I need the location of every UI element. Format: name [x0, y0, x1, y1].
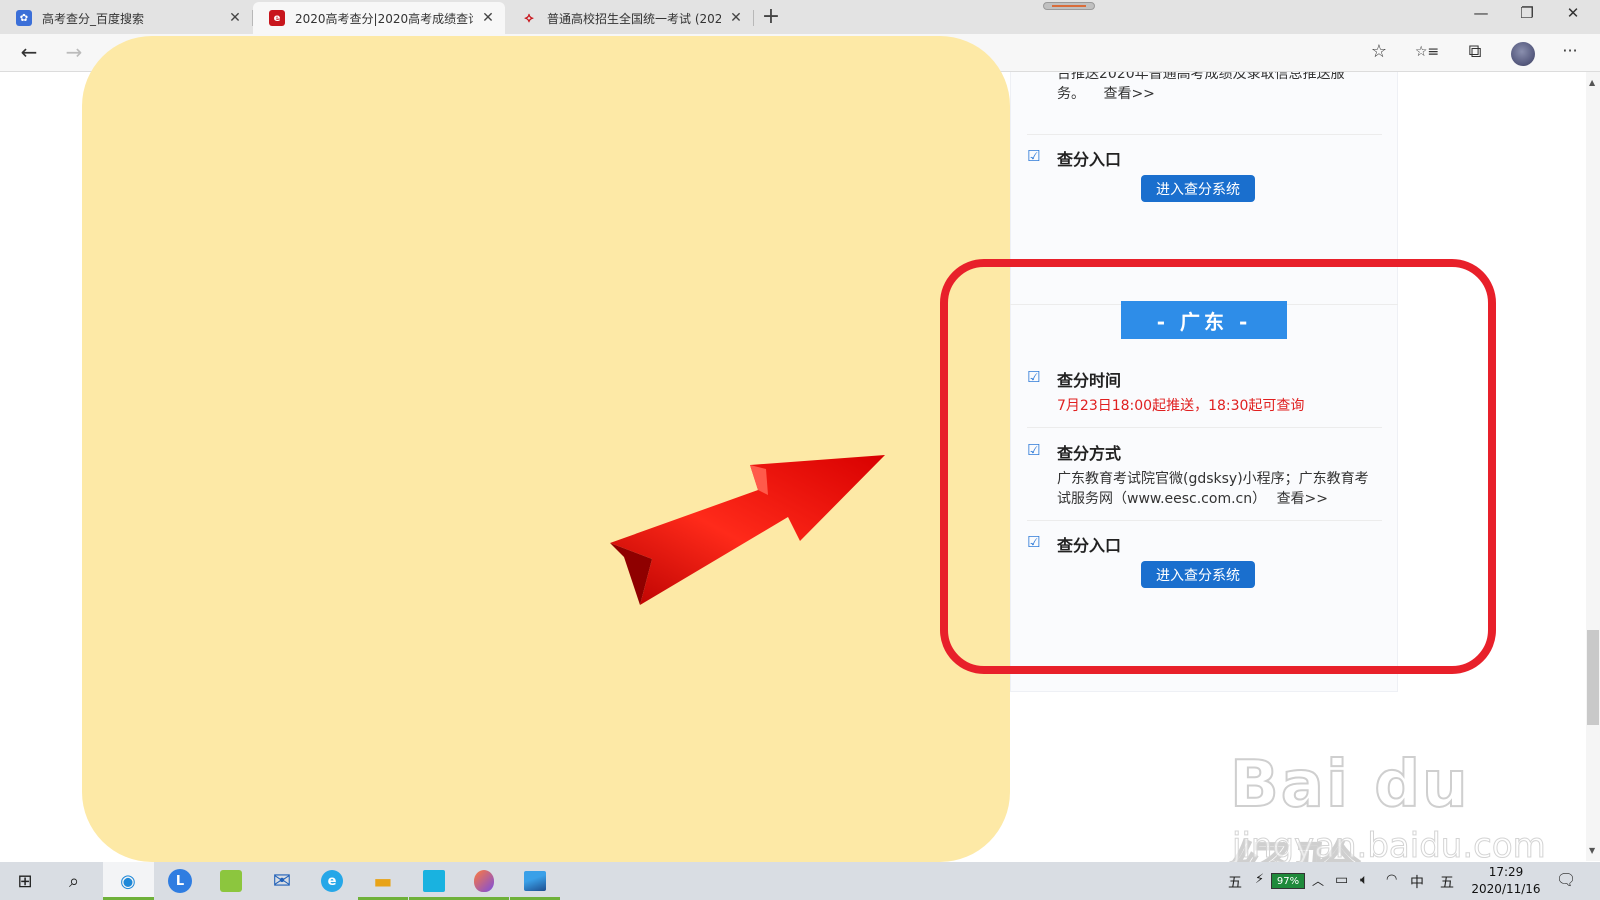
chevron-up-icon[interactable]: ︿: [1312, 872, 1324, 889]
mail-icon[interactable]: ✉: [268, 867, 296, 895]
photos-app-icon[interactable]: [521, 867, 549, 895]
scroll-up-arrow-icon[interactable]: ▲: [1589, 78, 1595, 87]
minimize-button[interactable]: —: [1458, 4, 1504, 22]
windows-taskbar: ⊞ ⌕ ◉ L ✉ e ▬ 五 ⚡ 97% ︿ ▭ 🔈︎ ◠ 中 五 17:29…: [0, 862, 1600, 900]
enter-score-system-button[interactable]: 进入查分系统: [1141, 175, 1255, 202]
battery-level[interactable]: 97%: [1271, 873, 1305, 889]
description-text: 务。: [1057, 86, 1085, 102]
site-logo-icon: ⟡: [524, 10, 534, 26]
tab-title: 2020高考查分|2020高考成绩查询: [295, 11, 473, 26]
site-logo-icon: e: [269, 10, 285, 26]
page-scrollbar[interactable]: ▲ ▼: [1586, 72, 1600, 861]
ime-mode-indicator[interactable]: 五: [1228, 872, 1242, 892]
tab-title: 普通高校招生全国统一考试 (202: [547, 11, 721, 26]
close-window-button[interactable]: ✕: [1550, 4, 1596, 22]
forward-button[interactable]: →: [60, 40, 88, 64]
more-menu-icon[interactable]: ···: [1557, 41, 1583, 60]
favorite-star-icon[interactable]: ☆: [1366, 41, 1392, 62]
partial-description-line: 务。 查看>>: [1057, 84, 1155, 104]
notification-center-icon[interactable]: 🗨︎: [1556, 870, 1576, 889]
checkbox-checked-icon: ☑: [1027, 147, 1041, 165]
restore-button[interactable]: ❐: [1504, 4, 1550, 22]
clock-time: 17:29: [1488, 865, 1524, 879]
search-icon[interactable]: ⌕: [60, 867, 88, 895]
browser-tab-bar: ✿ 高考查分_百度搜索 ✕ e 2020高考查分|2020高考成绩查询 ✕ ⟡ …: [0, 0, 1600, 34]
tab-scroll-indicator: [1043, 2, 1095, 10]
watermark-url-text: jingyan.baidu.com: [1232, 826, 1547, 867]
windows-start-icon[interactable]: ⊞: [11, 867, 39, 895]
partial-description-line: 台推送2020年普通高考成绩及录取信息推送服: [1057, 72, 1345, 82]
tab-baidu-search[interactable]: ✿ 高考查分_百度搜索 ✕: [0, 2, 252, 34]
edge-browser-icon[interactable]: ◉: [114, 867, 142, 895]
close-tab-icon[interactable]: ✕: [479, 10, 497, 26]
red-arrow-icon: [610, 455, 885, 605]
divider: [1027, 134, 1382, 135]
view-more-link[interactable]: 查看>>: [1103, 86, 1154, 102]
yellow-cover-overlay: [82, 36, 1010, 862]
back-button[interactable]: ←: [15, 40, 43, 64]
ime-indicator[interactable]: 五: [1440, 872, 1454, 892]
close-tab-icon[interactable]: ✕: [727, 10, 745, 26]
baidu-jingyan-watermark: Bai du 经验 jingyan.baidu.com: [1229, 728, 1546, 900]
profile-avatar[interactable]: [1511, 42, 1535, 66]
charging-icon: ⚡: [1255, 872, 1265, 887]
entry-heading: 查分入口: [1057, 150, 1122, 169]
app-l-icon[interactable]: L: [166, 867, 194, 895]
tab-separator: [753, 10, 754, 26]
battery-icon[interactable]: ▭: [1335, 872, 1348, 888]
new-tab-button[interactable]: +: [760, 4, 782, 29]
wifi-icon[interactable]: ◠: [1386, 872, 1397, 887]
language-indicator[interactable]: 中: [1410, 872, 1424, 892]
clock-date: 2020/11/16: [1471, 882, 1541, 896]
tab-title: 高考查分_百度搜索: [42, 11, 145, 26]
tab-national-exam[interactable]: ⟡ 普通高校招生全国统一考试 (202 ✕: [505, 2, 753, 34]
app-green-icon[interactable]: [217, 867, 245, 895]
app-flame-icon[interactable]: [470, 867, 498, 895]
scroll-down-arrow-icon[interactable]: ▼: [1589, 846, 1595, 855]
app-cyan-icon[interactable]: [420, 867, 448, 895]
red-highlight-frame: [940, 259, 1496, 674]
favorites-list-icon[interactable]: ☆≡: [1414, 44, 1440, 60]
tab-gaokao-score[interactable]: e 2020高考查分|2020高考成绩查询 ✕: [253, 2, 505, 34]
scrollbar-thumb[interactable]: [1587, 630, 1599, 725]
speaker-icon[interactable]: 🔈︎: [1360, 872, 1368, 888]
system-clock[interactable]: 17:29 2020/11/16: [1462, 864, 1550, 898]
file-explorer-icon[interactable]: ▬: [369, 867, 397, 895]
close-tab-icon[interactable]: ✕: [226, 10, 244, 26]
ie-browser-icon[interactable]: e: [318, 867, 346, 895]
collections-icon[interactable]: ⧉: [1462, 41, 1488, 62]
baidu-paw-icon: ✿: [16, 10, 32, 26]
